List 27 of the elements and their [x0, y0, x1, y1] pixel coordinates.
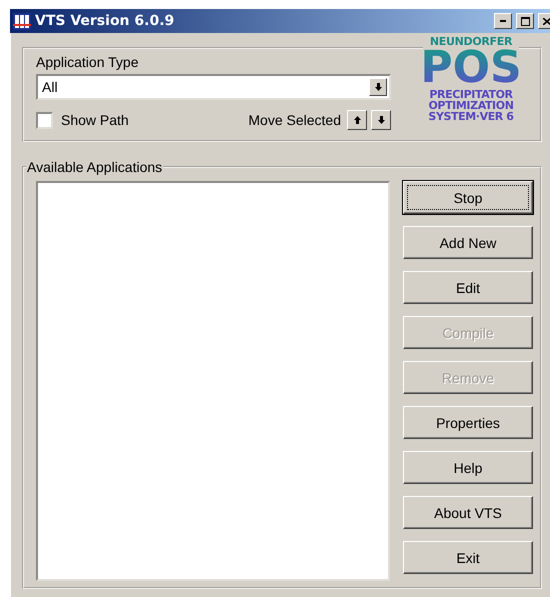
- logo: NEUNDORFER POS PRECIPITATOR OPTIMIZATION SYSTEM·VER 6: [423, 36, 519, 122]
- minimize-button[interactable]: [494, 13, 512, 29]
- action-button[interactable]: Add New: [403, 226, 533, 259]
- window-title: VTS Version 6.0.9: [35, 13, 176, 29]
- action-button[interactable]: Stop: [403, 181, 533, 214]
- dropdown-button[interactable]: [369, 78, 387, 96]
- move-down-button[interactable]: [371, 110, 391, 130]
- action-button[interactable]: Properties: [403, 406, 533, 439]
- app-icon: [13, 12, 31, 30]
- move-up-button[interactable]: [347, 110, 367, 130]
- checkbox-label: Show Path: [61, 112, 129, 128]
- action-button[interactable]: About VTS: [403, 496, 533, 529]
- up-arrow-icon: [354, 116, 360, 124]
- checkbox[interactable]: [36, 112, 53, 128]
- minimize-icon: [500, 20, 506, 22]
- down-arrow-icon: [374, 83, 382, 91]
- down-arrow-icon: [378, 116, 384, 124]
- field-label: Application Type: [36, 54, 140, 70]
- action-button[interactable]: Edit: [403, 271, 533, 304]
- close-icon: [543, 18, 550, 24]
- maximize-button[interactable]: [516, 13, 534, 29]
- application-type-dropdown[interactable]: All: [36, 74, 391, 100]
- action-button[interactable]: Exit: [403, 541, 533, 574]
- maximize-icon: [520, 16, 530, 26]
- group-label: Available Applications: [26, 159, 164, 175]
- move-selected-label: Move Selected: [248, 112, 341, 128]
- action-button[interactable]: Help: [403, 451, 533, 484]
